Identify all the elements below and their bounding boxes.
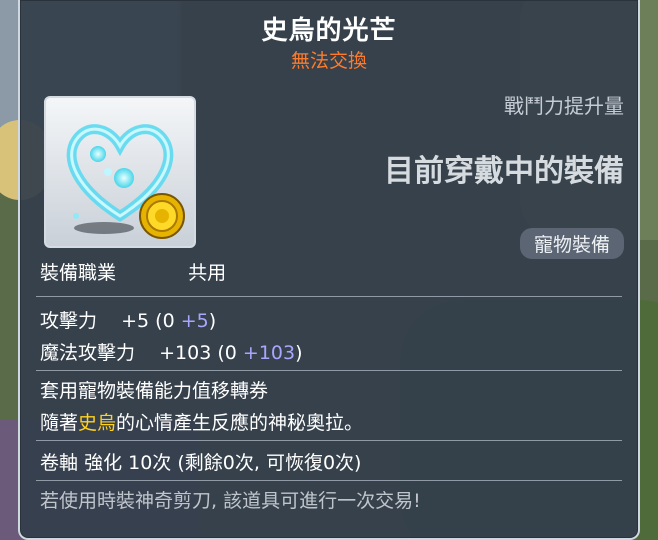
scroll-detail: (剩餘0次, 可恢復0次) (177, 452, 362, 474)
pet-name-highlight: 史烏 (78, 412, 117, 434)
stat-name: 魔法攻擊力 (40, 342, 136, 364)
scroll-label: 卷軸 (40, 452, 79, 474)
description-line-1: 套用寵物裝備能力值移轉券 (40, 380, 269, 402)
divider (36, 296, 622, 297)
stat-bonus: +103 (242, 342, 296, 364)
divider (36, 480, 622, 481)
divider (36, 370, 622, 371)
stat-row-attack: 攻擊力 +5 (0 +5) (40, 306, 216, 333)
stat-change-label: 戰鬥力提升量 (504, 94, 624, 118)
divider (36, 440, 622, 441)
scroll-enhance: 強化 (84, 452, 123, 474)
item-name: 史烏的光芒 (261, 16, 397, 46)
scissors-note: 若使用時裝神奇剪刀, 該道具可進行一次交易! (40, 490, 421, 512)
stat-base: (0 (217, 342, 237, 364)
stat-close: ) (208, 310, 217, 332)
scroll-count: 10次 (128, 452, 172, 474)
glowing-heart-icon (66, 124, 185, 239)
stat-row-magic-attack: 魔法攻擊力 +103 (0 +103) (40, 338, 303, 365)
stat-bonus: +5 (180, 310, 209, 332)
item-icon-frame (44, 96, 196, 248)
item-tooltip: 史烏的光芒 無法交換 戰鬥力提升量 目前穿戴中的裝備 寵物裝備 裝備職業 共用 … (18, 0, 640, 540)
scroll-row: 卷軸 強化 10次 (剩餘0次, 可恢復0次) (40, 448, 361, 475)
stat-total: +103 (159, 342, 212, 364)
stat-name: 攻擊力 (40, 310, 98, 332)
job-label: 裝備職業 (40, 262, 117, 284)
category-badge: 寵物裝備 (519, 228, 624, 259)
trade-status: 無法交換 (290, 50, 367, 72)
job-row: 裝備職業 共用 (40, 258, 226, 285)
stat-base: (0 (155, 310, 175, 332)
stat-total: +5 (121, 310, 150, 332)
equipped-label: 目前穿戴中的裝備 (384, 154, 624, 189)
job-value: 共用 (188, 262, 227, 284)
description-line-2: 隨著史烏的心情產生反應的神秘奧拉。 (40, 412, 364, 434)
stat-close: ) (295, 342, 303, 364)
